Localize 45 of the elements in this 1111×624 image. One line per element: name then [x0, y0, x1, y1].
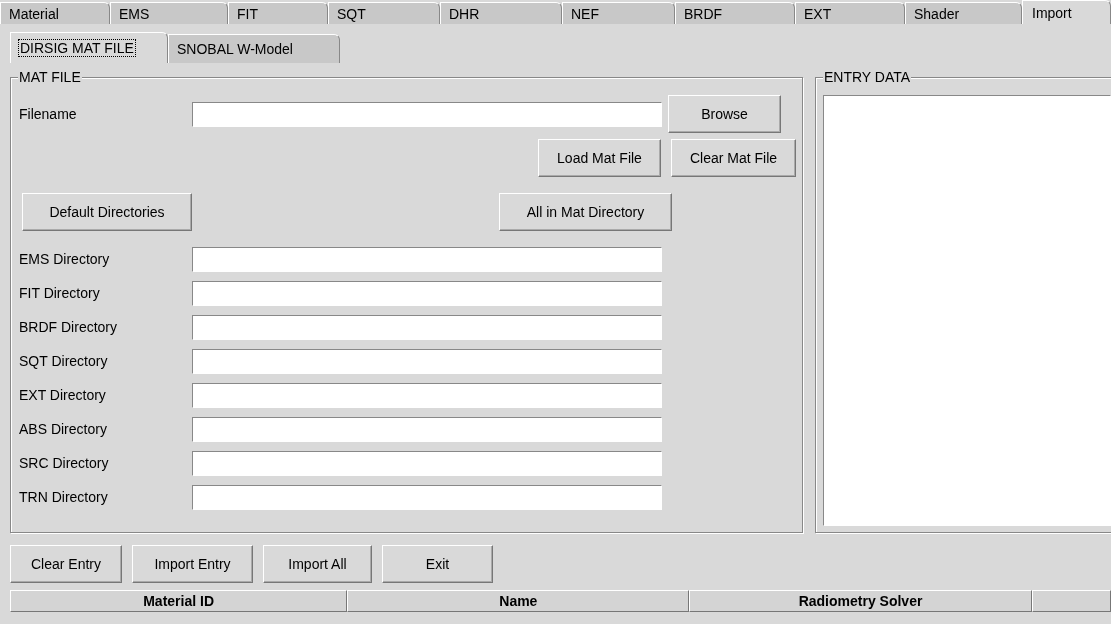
- tab[interactable]: EMS: [110, 2, 228, 24]
- field-label: EXT Directory: [19, 387, 107, 403]
- browse-button[interactable]: Browse: [668, 95, 781, 133]
- default-directories-button[interactable]: Default Directories: [22, 193, 192, 231]
- input-field[interactable]: [192, 101, 662, 127]
- clear-entry-button[interactable]: Clear Entry: [10, 545, 122, 583]
- all-in-directory-button[interactable]: All in Mat Directory: [499, 193, 672, 231]
- tab[interactable]: Material: [0, 2, 110, 24]
- input-field[interactable]: [192, 280, 662, 306]
- tab[interactable]: Shader: [905, 2, 1022, 24]
- clear-file-button[interactable]: Clear Mat File: [671, 139, 796, 177]
- field-label: SRC Directory: [19, 455, 110, 471]
- group-title: ENTRY DATA: [823, 69, 912, 85]
- input-field[interactable]: [192, 484, 662, 510]
- exit-button[interactable]: Exit: [382, 545, 493, 583]
- column-header[interactable]: Material ID: [10, 590, 348, 612]
- input-field[interactable]: [192, 348, 662, 374]
- load-file-button[interactable]: Load Mat File: [538, 139, 661, 177]
- field-label: TRN Directory: [19, 489, 109, 505]
- column-header[interactable]: Radiometry Solver: [689, 590, 1032, 612]
- field-label: BRDF Directory: [19, 319, 118, 335]
- tab[interactable]: EXT: [795, 2, 905, 24]
- tab[interactable]: FIT: [228, 2, 328, 24]
- input-field[interactable]: [192, 314, 662, 340]
- tab[interactable]: SNOBAL W-Model: [168, 34, 340, 63]
- tab[interactable]: Import: [1022, 0, 1111, 24]
- input-field[interactable]: [192, 382, 662, 408]
- field-label: ABS Directory: [19, 421, 108, 437]
- field-label: SQT Directory: [19, 353, 109, 369]
- tab[interactable]: NEF: [562, 2, 675, 24]
- input-field[interactable]: [192, 450, 662, 476]
- input-field[interactable]: [192, 416, 662, 442]
- field-label: FIT Directory: [19, 285, 101, 301]
- tab[interactable]: DIRSIG MAT FILE: [10, 32, 168, 63]
- field-label: Filename: [19, 106, 78, 122]
- import-entry-button[interactable]: Import Entry: [132, 545, 253, 583]
- tab[interactable]: SQT: [328, 2, 440, 24]
- input-field[interactable]: [192, 246, 662, 272]
- group-title: MAT FILE: [18, 69, 82, 85]
- import-all-button[interactable]: Import All: [263, 545, 372, 583]
- tab[interactable]: BRDF: [675, 2, 795, 24]
- tab[interactable]: DHR: [440, 2, 562, 24]
- field-label: EMS Directory: [19, 251, 111, 267]
- column-header[interactable]: Name: [347, 590, 690, 612]
- column-header[interactable]: [1031, 590, 1111, 612]
